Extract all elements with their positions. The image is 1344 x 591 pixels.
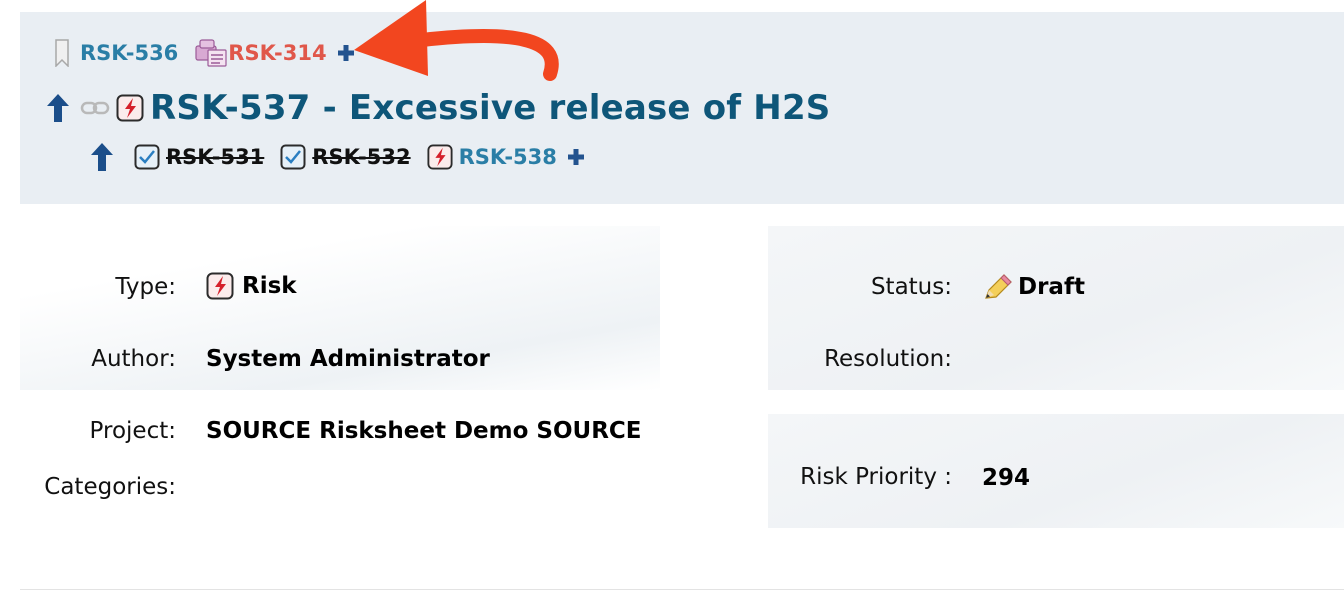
risk-priority-label: Risk Priority : [800, 464, 952, 490]
arrow-up-icon[interactable] [90, 142, 114, 172]
author-label: Author: [91, 346, 176, 372]
risk-priority-value: 294 [982, 465, 1031, 491]
parent-link-rsk-536[interactable]: RSK-536 [80, 41, 178, 65]
risk-icon [427, 144, 453, 170]
risk-icon [206, 272, 234, 300]
child-item-rsk-531[interactable]: RSK-531 [166, 145, 264, 169]
author-value: System Administrator [206, 346, 490, 372]
linked-item-rsk-314[interactable]: RSK-314 [228, 41, 326, 65]
type-label: Type: [115, 274, 176, 300]
status-text: Draft [1018, 274, 1085, 300]
linked-items-row: RSK-536 RSK-314 [54, 38, 355, 68]
child-items-row: RSK-531 RSK-532 RSK-538 [90, 140, 585, 174]
type-text: Risk [242, 273, 297, 299]
chain-link-icon[interactable] [80, 100, 110, 116]
plus-icon[interactable] [567, 148, 585, 166]
title-row: RSK-537 - Excessive release of H2S [46, 86, 831, 130]
child-item-rsk-538[interactable]: RSK-538 [459, 145, 557, 169]
status-value: Draft [982, 272, 1085, 302]
item-header: RSK-536 RSK-314 RSK-537 - Excessive rele… [20, 12, 1344, 204]
arrow-up-icon[interactable] [46, 93, 70, 123]
page-title: RSK-537 - Excessive release of H2S [150, 88, 831, 128]
categories-label: Categories: [44, 474, 176, 500]
divider [20, 589, 1344, 590]
risk-icon [116, 94, 144, 122]
child-item-rsk-532[interactable]: RSK-532 [312, 145, 410, 169]
checked-task-icon [280, 144, 306, 170]
plus-icon[interactable] [337, 44, 355, 62]
package-icon [194, 38, 228, 68]
resolution-label: Resolution: [824, 346, 952, 372]
bookmark-icon[interactable] [54, 39, 70, 67]
status-label: Status: [870, 274, 952, 300]
checked-task-icon [134, 144, 160, 170]
pencil-icon [982, 272, 1014, 302]
project-label: Project: [89, 418, 176, 444]
type-value: Risk [206, 272, 297, 300]
project-value[interactable]: SOURCE Risksheet Demo SOURCE [206, 418, 642, 444]
